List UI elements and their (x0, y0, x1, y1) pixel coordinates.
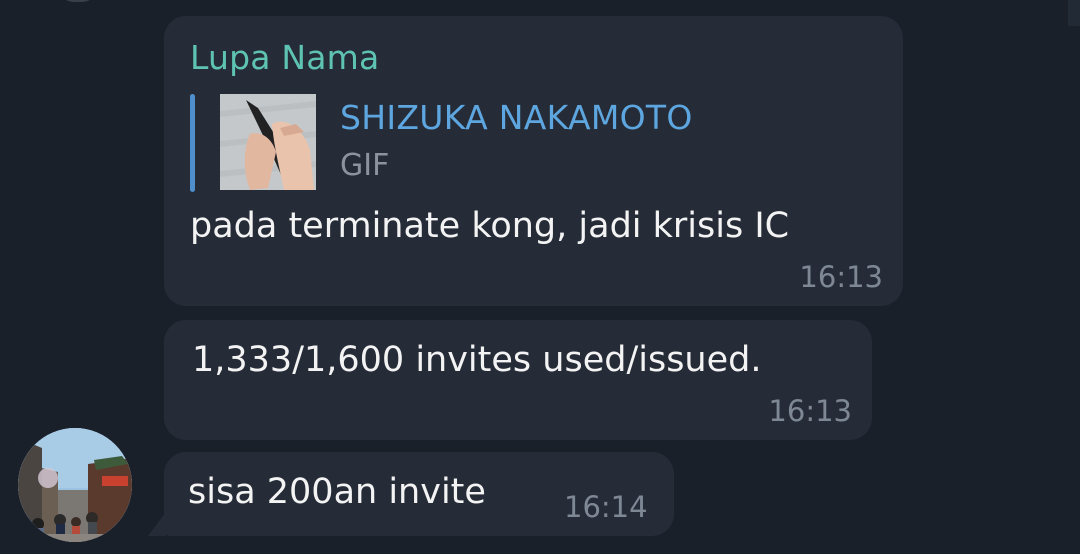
message-text: 1,333/1,600 invites used/issued. (192, 340, 762, 380)
reply-media-type: GIF (340, 148, 390, 183)
gif-thumbnail-icon (220, 94, 316, 190)
message-time: 16:13 (799, 260, 883, 294)
message-text: sisa 200an invite (188, 472, 486, 512)
reply-preview[interactable]: SHIZUKA NAKAMOTO GIF (190, 94, 880, 192)
sender-name[interactable]: Lupa Nama (190, 38, 379, 77)
reply-accent-bar (190, 94, 195, 192)
reply-author: SHIZUKA NAKAMOTO (340, 98, 693, 137)
message-text: pada terminate kong, jadi krisis IC (190, 206, 790, 246)
message-time: 16:14 (564, 490, 648, 524)
sender-avatar[interactable] (18, 428, 132, 542)
hands-knife-graphic (220, 94, 316, 190)
street-photo-avatar-icon (18, 428, 132, 542)
chat-view: Lupa Nama SHIZUKA NAKAMOTO GIF pada term… (0, 0, 1080, 554)
previous-avatar-edge (58, 0, 98, 2)
message-bubble[interactable]: sisa 200an invite 16:14 (164, 452, 674, 536)
message-time: 16:13 (768, 394, 852, 428)
message-bubble[interactable]: Lupa Nama SHIZUKA NAKAMOTO GIF pada term… (164, 16, 903, 306)
message-bubble[interactable]: 1,333/1,600 invites used/issued. 16:13 (164, 320, 872, 440)
scroll-edge (1068, 0, 1080, 26)
